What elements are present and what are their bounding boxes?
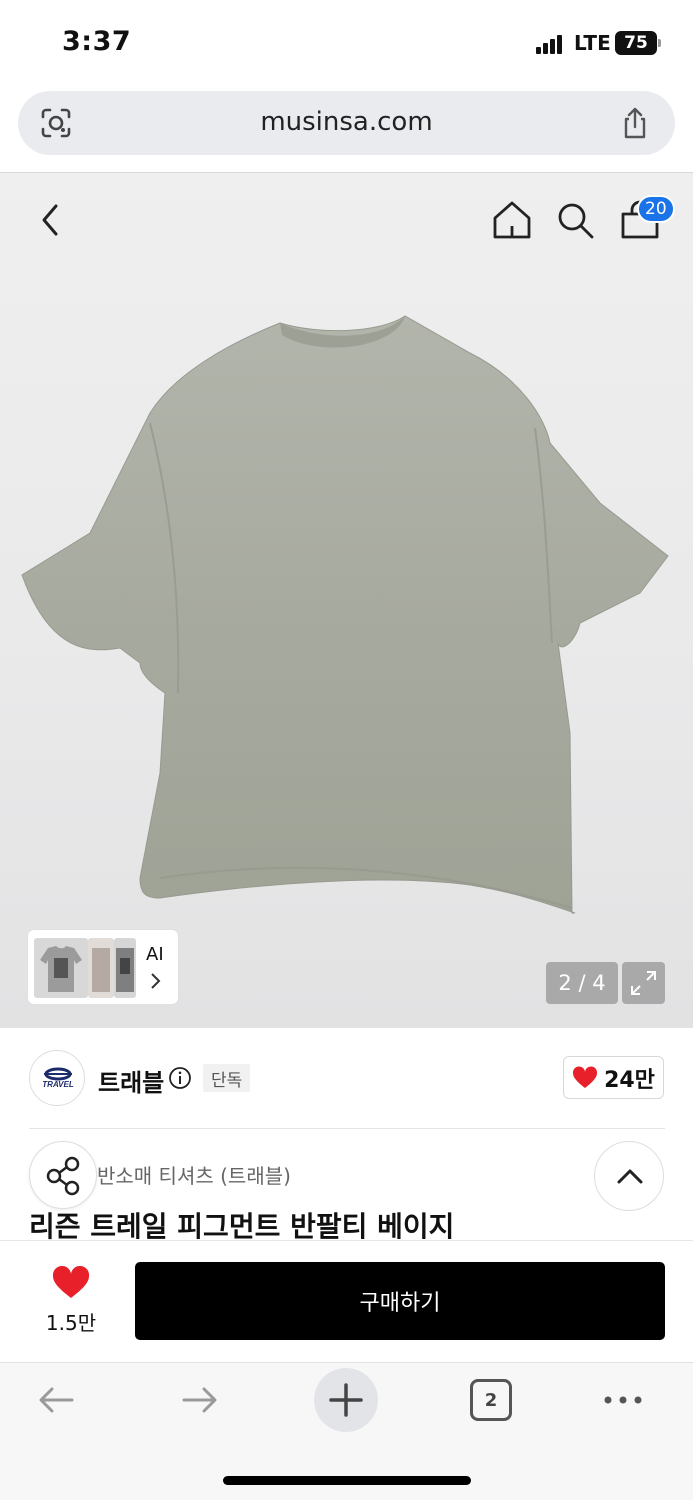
new-tab-button[interactable] — [314, 1368, 378, 1432]
tabs-button[interactable]: 2 — [470, 1379, 512, 1421]
travel-logo: TRAVEL — [42, 1067, 74, 1089]
heart-icon — [573, 1065, 598, 1088]
back-arrow-icon[interactable] — [28, 198, 72, 242]
brand-name[interactable]: 트래블 — [98, 1063, 164, 1098]
brand-like-button[interactable]: 24만 — [563, 1056, 664, 1099]
battery-level: 75 — [624, 33, 648, 53]
chevron-up-icon — [617, 1169, 643, 1184]
brand-logo[interactable]: TRAVEL — [29, 1050, 85, 1106]
exclusive-badge: 단독 — [203, 1064, 251, 1092]
ai-thumb-1 — [34, 938, 88, 998]
info-icon[interactable] — [168, 1066, 192, 1090]
back-icon[interactable] — [34, 1378, 78, 1422]
status-bar: 3:37 LTE 75 — [0, 0, 693, 88]
share-nodes-icon — [46, 1156, 80, 1196]
product-title: 리즌 트레일 피그먼트 반팔티 베이지 — [29, 1210, 455, 1243]
share-icon[interactable] — [617, 105, 653, 141]
plus-icon — [329, 1383, 363, 1417]
image-pager: 2 / 4 — [546, 962, 618, 1004]
ai-thumb-3 — [114, 938, 136, 998]
battery-icon: 75 — [615, 31, 657, 55]
collapse-button[interactable] — [594, 1141, 664, 1211]
expand-icon — [631, 971, 656, 995]
product-category[interactable]: 반소매 티셔츠 (트래블) — [97, 1160, 291, 1189]
ai-label: AI — [146, 944, 164, 965]
search-icon[interactable] — [553, 198, 597, 242]
battery-nub — [658, 39, 661, 47]
brand-like-count: 24만 — [604, 1067, 655, 1093]
ai-thumb-2 — [88, 938, 114, 998]
wishlist-count: 1.5만 — [45, 1311, 97, 1335]
ai-similar-card[interactable]: AI — [28, 930, 178, 1004]
home-indicator — [223, 1476, 471, 1485]
share-button[interactable] — [29, 1141, 97, 1209]
buy-button[interactable]: 구매하기 — [135, 1262, 665, 1340]
signal-icon — [536, 34, 564, 54]
expand-button[interactable] — [622, 962, 665, 1004]
logo-text: TRAVEL — [42, 1080, 74, 1089]
product-gallery[interactable] — [0, 173, 693, 1028]
network-type: LTE — [574, 31, 611, 55]
home-icon[interactable] — [490, 198, 534, 242]
wishlist-heart-icon[interactable] — [52, 1266, 90, 1300]
status-time: 3:37 — [62, 26, 132, 57]
cart-badge[interactable]: 20 — [637, 195, 675, 223]
more-icon[interactable] — [600, 1378, 646, 1422]
divider — [29, 1128, 665, 1129]
url-text[interactable]: musinsa.com — [18, 107, 675, 137]
product-image[interactable] — [0, 173, 693, 1028]
chevron-right-icon — [151, 973, 161, 989]
forward-icon[interactable] — [178, 1378, 222, 1422]
address-bar[interactable]: musinsa.com — [18, 91, 675, 155]
